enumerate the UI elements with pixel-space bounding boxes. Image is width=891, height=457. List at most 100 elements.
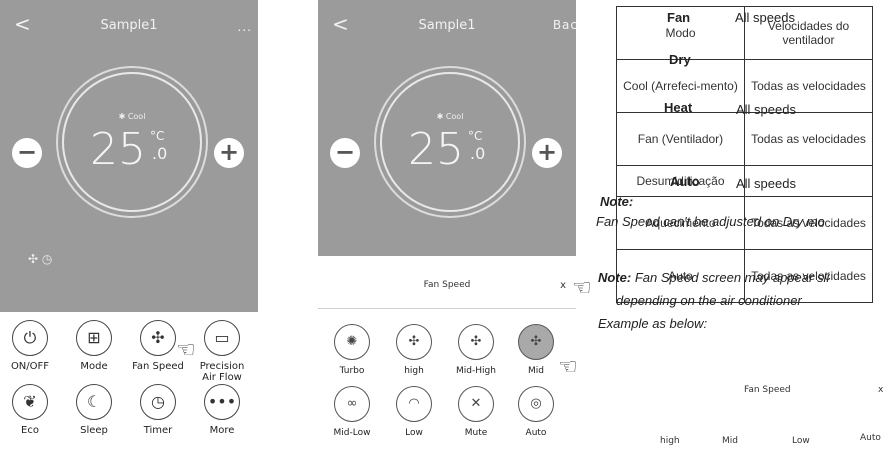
fan-speed-icon[interactable]: ∞ [334, 386, 370, 422]
note-dry-mode-text: Fan Speed can't be adjusted on Dry mo [596, 214, 825, 229]
note-line3: Example as below: [598, 316, 708, 331]
back-text[interactable]: Bac [553, 18, 576, 32]
function-button-7[interactable]: ••• More [190, 384, 254, 436]
mini-option-mid[interactable]: Mid [722, 436, 738, 446]
fan-speed-label: Mute [464, 428, 488, 438]
fan-speed-option-0[interactable]: ✺ Turbo [322, 324, 382, 376]
function-label: Precision Air Flow [199, 361, 245, 383]
sheet-title: Fan Speed [423, 280, 471, 290]
fan-speed-option-4[interactable]: ∞ Mid-Low [322, 386, 382, 438]
fan-speed-option-2[interactable]: ✣ Mid-High [446, 324, 506, 376]
speed-cell: Todas as velocidades [744, 112, 873, 166]
snowflake-icon: ✱ [118, 112, 126, 121]
function-icon[interactable]: ☾ [76, 384, 112, 420]
table-row: Fan (Ventilador) Todas as velocidades [616, 112, 873, 166]
function-button-5[interactable]: ☾ Sleep [62, 384, 126, 436]
increase-temp-button[interactable]: + [214, 138, 244, 168]
function-icon[interactable]: ••• [204, 384, 240, 420]
function-icon[interactable]: ✣ [140, 320, 176, 356]
overlay-auto: Auto [670, 174, 700, 189]
mode-label: Cool [127, 112, 146, 121]
fan-speed-sheet: Fan Speed x ✺ Turbo ✣ high ✣ Mid-High ✣ Mid ∞ Mid… [318, 258, 576, 457]
fan-speed-option-3[interactable]: ✣ Mid [506, 324, 566, 376]
device-title: Sample1 [100, 18, 158, 33]
decrease-temp-button[interactable]: − [330, 138, 360, 168]
mini-sheet-title: Fan Speed [744, 385, 791, 395]
note-label: Note: [600, 194, 634, 209]
function-button-1[interactable]: ⊞ Mode [62, 320, 126, 372]
mode-label: Cool [445, 112, 464, 121]
temperature-unit: °C [150, 129, 165, 143]
temperature-decimal: .0 [470, 144, 486, 163]
fan-speed-option-6[interactable]: ✕ Mute [446, 386, 506, 438]
overlay-all-speeds: All speeds [735, 10, 795, 25]
mini-option-low[interactable]: Low [792, 436, 810, 446]
overlay-dry: Dry [669, 52, 691, 67]
function-button-6[interactable]: ◷ Timer [126, 384, 190, 436]
fan-speed-icon[interactable]: ◠ [396, 386, 432, 422]
function-button-4[interactable]: ❦ Eco [0, 384, 62, 436]
function-icon[interactable]: ⊞ [76, 320, 112, 356]
phone-fan-speed: < Sample1 Bac ✱ Cool 25 °C .0 − + Fan Sp… [318, 0, 576, 457]
function-icon[interactable]: ▭ [204, 320, 240, 356]
fan-speed-icon[interactable]: ✣ [518, 324, 554, 360]
mode-cell: Fan (Ventilador) [616, 112, 745, 166]
fan-speed-icon[interactable]: ✣ [396, 324, 432, 360]
fan-speed-icon[interactable]: ✣ [458, 324, 494, 360]
more-options-button[interactable]: ... [238, 20, 252, 34]
function-label: Sleep [80, 425, 108, 436]
note-line2: depending on the air conditioner [616, 293, 802, 308]
close-button[interactable]: x [560, 280, 566, 291]
mode-indicator: ✱ Cool [382, 112, 518, 121]
fan-speed-label: Mid [528, 366, 544, 376]
temperature-unit: °C [468, 129, 483, 143]
temperature-decimal: .0 [152, 144, 168, 163]
fan-speed-icon[interactable]: ◎ [518, 386, 554, 422]
overlay-all-speeds: All speeds [736, 102, 796, 117]
temperature-dial: ✱ Cool 25 °C .0 [380, 72, 520, 212]
fan-speed-icon[interactable]: ✺ [334, 324, 370, 360]
function-icon[interactable]: ◷ [140, 384, 176, 420]
fan-icon: ✣ [28, 252, 39, 266]
fan-speed-option-1[interactable]: ✣ high [384, 324, 444, 376]
mini-option-auto[interactable]: Auto [860, 433, 881, 443]
control-panel: < Sample1 Bac ✱ Cool 25 °C .0 − + [318, 0, 576, 256]
overlay-all-speeds: All speeds [736, 176, 796, 191]
fan-speed-option-7[interactable]: ◎ Auto [506, 386, 566, 438]
mini-option-high[interactable]: high [660, 436, 680, 446]
increase-temp-button[interactable]: + [532, 138, 562, 168]
function-label: ON/OFF [10, 361, 50, 372]
overlay-fan: Fan [667, 10, 691, 25]
timer-icon: ◷ [41, 252, 53, 266]
fan-speed-icon[interactable]: ✕ [458, 386, 494, 422]
pointer-hand-icon: ☜ [572, 276, 592, 301]
function-icon[interactable]: ⏻ [12, 320, 48, 356]
function-label: Eco [21, 425, 39, 436]
decrease-temp-button[interactable]: − [12, 138, 42, 168]
fan-speed-table: Modo Velocidades do ventilador Cool (Arref… [616, 6, 873, 303]
fan-speed-option-5[interactable]: ◠ Low [384, 386, 444, 438]
temperature-value: 25 [90, 124, 146, 175]
note-label: Note: [598, 270, 632, 285]
snowflake-icon: ✱ [436, 112, 444, 121]
device-title: Sample1 [418, 18, 476, 33]
fan-speed-label: Low [405, 428, 423, 438]
control-panel: < Sample1 ... ✱ Cool 25 °C .0 − + ✣ ◷ [0, 0, 258, 312]
mode-indicator: ✱ Cool [64, 112, 200, 121]
overlay-heat: Heat [664, 100, 693, 115]
status-icons: ✣ ◷ [28, 252, 52, 266]
mini-close-button[interactable]: x [878, 385, 883, 395]
note-screen-variation: Note: Fan Speed screen may appear sli [598, 270, 829, 285]
fan-speed-label: Auto [525, 428, 547, 438]
temperature-value: 25 [408, 124, 464, 175]
pointer-hand-icon: ☜ [558, 355, 578, 380]
function-label: More [209, 425, 235, 436]
function-label: Mode [80, 361, 108, 372]
function-button-3[interactable]: ▭ Precision Air Flow [190, 320, 254, 383]
function-icon[interactable]: ❦ [12, 384, 48, 420]
note-dry-mode: Note: [600, 194, 633, 209]
divider [318, 308, 576, 309]
note-text: Fan Speed screen may appear sli [631, 270, 830, 285]
fan-speed-label: Mid-Low [333, 428, 371, 438]
function-button-0[interactable]: ⏻ ON/OFF [0, 320, 62, 372]
